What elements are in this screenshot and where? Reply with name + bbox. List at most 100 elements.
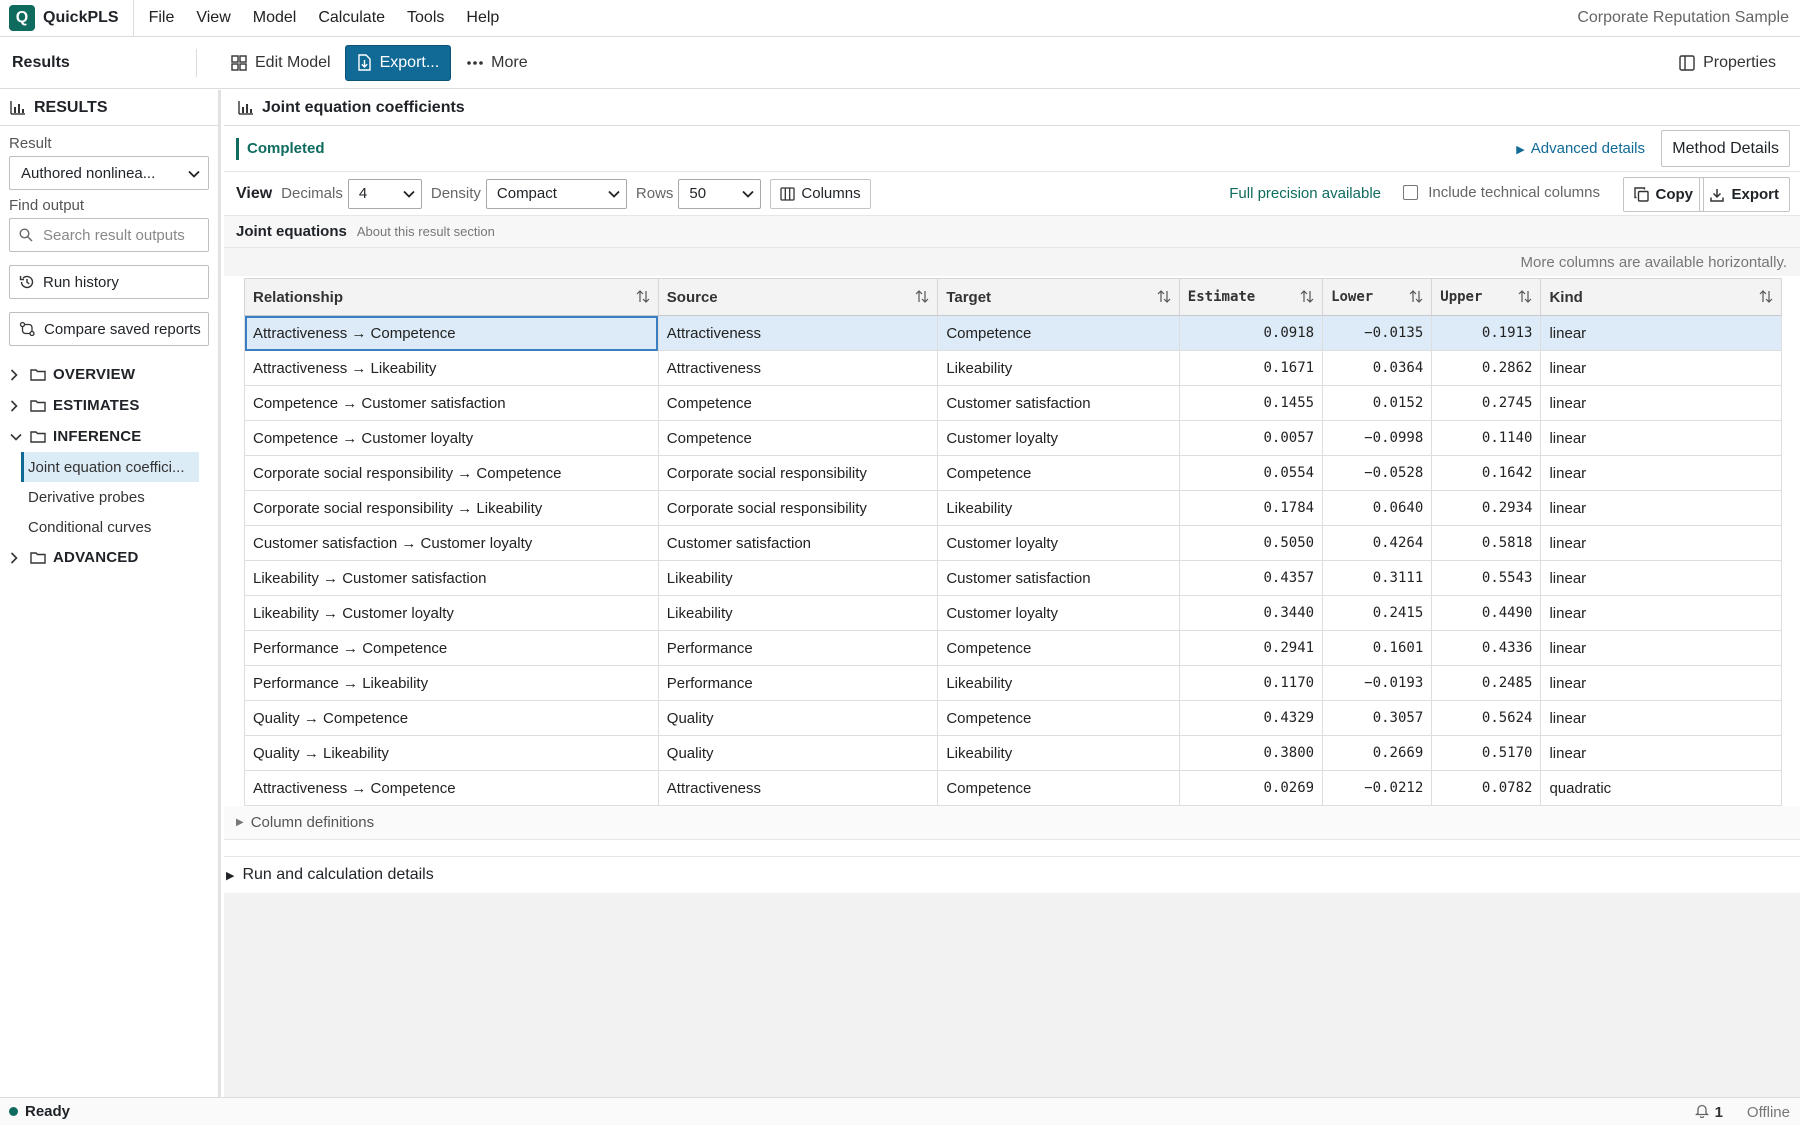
tree-folder-overview[interactable]: OVERVIEW: [0, 359, 218, 390]
table-cell[interactable]: linear: [1540, 420, 1782, 456]
include-technical-columns[interactable]: Include technical columns: [1403, 184, 1600, 201]
table-cell[interactable]: Likeability: [937, 735, 1180, 771]
table-cell[interactable]: linear: [1540, 525, 1782, 561]
table-cell[interactable]: Attractiveness: [657, 770, 939, 806]
table-cell[interactable]: −0.0135: [1322, 315, 1433, 351]
table-cell[interactable]: Competence: [937, 630, 1180, 666]
section-about-link[interactable]: About this result section: [357, 224, 495, 239]
table-cell[interactable]: 0.0152: [1322, 385, 1433, 421]
menu-file[interactable]: File: [138, 9, 186, 27]
table-cell[interactable]: Likeability: [937, 665, 1180, 701]
table-cell[interactable]: Competence: [937, 455, 1180, 491]
menu-help[interactable]: Help: [455, 9, 510, 27]
table-row[interactable]: Attractiveness → Competence Attractivenes…: [244, 770, 1782, 806]
full-precision-link[interactable]: Full precision available: [1229, 185, 1381, 202]
table-cell[interactable]: −0.0212: [1322, 770, 1433, 806]
table-cell[interactable]: 0.0782: [1431, 770, 1542, 806]
table-cell[interactable]: Competence: [657, 420, 939, 456]
table-cell[interactable]: 0.0918: [1178, 315, 1324, 351]
table-cell[interactable]: 0.0269: [1178, 770, 1324, 806]
export-button[interactable]: Export...: [344, 44, 452, 81]
column-header-upper[interactable]: Upper: [1431, 278, 1542, 316]
edit-model-button[interactable]: Edit Model: [219, 45, 343, 81]
properties-button[interactable]: Properties: [1667, 45, 1788, 81]
table-cell[interactable]: Performance: [657, 630, 939, 666]
sort-icon[interactable]: [1409, 290, 1423, 303]
table-row[interactable]: Quality → Likeability Quality Likeability 0…: [244, 735, 1782, 771]
table-cell[interactable]: 0.2669: [1322, 735, 1433, 771]
table-cell[interactable]: Corporate social responsibility: [657, 455, 939, 491]
menu-calculate[interactable]: Calculate: [307, 9, 396, 27]
table-row[interactable]: Customer satisfaction → Customer loyalty…: [244, 525, 1782, 561]
sort-icon[interactable]: [1518, 290, 1532, 303]
table-cell[interactable]: linear: [1540, 665, 1782, 701]
table-cell[interactable]: 0.3440: [1178, 595, 1324, 631]
table-cell[interactable]: Competence → Customer loyalty: [244, 420, 659, 456]
table-cell[interactable]: Attractiveness → Competence: [244, 770, 659, 806]
table-cell[interactable]: 0.5818: [1431, 525, 1542, 561]
compare-reports-button[interactable]: Compare saved reports: [9, 312, 209, 346]
table-cell[interactable]: 0.4336: [1431, 630, 1542, 666]
table-cell[interactable]: 0.5543: [1431, 560, 1542, 596]
table-cell[interactable]: 0.5624: [1431, 700, 1542, 736]
table-cell[interactable]: Customer satisfaction: [657, 525, 939, 561]
table-cell[interactable]: 0.2485: [1431, 665, 1542, 701]
table-cell[interactable]: 0.4357: [1178, 560, 1324, 596]
table-cell[interactable]: linear: [1540, 385, 1782, 421]
table-cell[interactable]: Quality → Competence: [244, 700, 659, 736]
table-cell[interactable]: linear: [1540, 490, 1782, 526]
sort-icon[interactable]: [1157, 290, 1171, 303]
table-cell[interactable]: Likeability → Customer loyalty: [244, 595, 659, 631]
advanced-details-toggle[interactable]: ▶ Advanced details: [1516, 140, 1645, 157]
table-cell[interactable]: 0.0640: [1322, 490, 1433, 526]
table-cell[interactable]: 0.0364: [1322, 350, 1433, 386]
tree-folder-advanced[interactable]: ADVANCED: [0, 542, 218, 573]
table-cell[interactable]: Quality: [657, 735, 939, 771]
table-export-button[interactable]: Export: [1699, 177, 1790, 212]
table-cell[interactable]: Competence: [937, 770, 1180, 806]
table-cell[interactable]: Likeability: [657, 560, 939, 596]
table-cell[interactable]: 0.3800: [1178, 735, 1324, 771]
table-cell[interactable]: −0.0193: [1322, 665, 1433, 701]
table-cell[interactable]: Attractiveness → Likeability: [244, 350, 659, 386]
table-cell[interactable]: 0.0554: [1178, 455, 1324, 491]
table-cell[interactable]: Performance: [657, 665, 939, 701]
table-cell[interactable]: Likeability: [937, 350, 1180, 386]
table-cell[interactable]: quadratic: [1540, 770, 1782, 806]
table-cell[interactable]: 0.3057: [1322, 700, 1433, 736]
result-select[interactable]: Authored nonlinea...: [9, 156, 209, 190]
table-cell[interactable]: Quality: [657, 700, 939, 736]
table-cell[interactable]: linear: [1540, 700, 1782, 736]
table-cell[interactable]: Customer satisfaction: [937, 560, 1180, 596]
decimals-select[interactable]: 4: [347, 178, 422, 209]
run-history-button[interactable]: Run history: [9, 265, 209, 299]
table-cell[interactable]: −0.0528: [1322, 455, 1433, 491]
table-row[interactable]: Corporate social responsibility → Likeab…: [244, 490, 1782, 526]
table-cell[interactable]: 0.1455: [1178, 385, 1324, 421]
table-row[interactable]: Performance → Likeability Performance Like…: [244, 665, 1782, 701]
table-cell[interactable]: 0.5170: [1431, 735, 1542, 771]
table-cell[interactable]: 0.1784: [1178, 490, 1324, 526]
table-cell[interactable]: Customer loyalty: [937, 525, 1180, 561]
table-cell[interactable]: Corporate social responsibility: [657, 490, 939, 526]
rows-select[interactable]: 50: [678, 178, 762, 209]
table-cell[interactable]: 0.3111: [1322, 560, 1433, 596]
table-cell[interactable]: Customer satisfaction → Customer loyalty: [244, 525, 659, 561]
table-row[interactable]: Likeability → Customer satisfaction Likea…: [244, 560, 1782, 596]
search-input[interactable]: Search result outputs: [9, 218, 209, 252]
menu-model[interactable]: Model: [242, 9, 308, 27]
table-cell[interactable]: Competence: [937, 700, 1180, 736]
table-cell[interactable]: Customer loyalty: [937, 595, 1180, 631]
table-cell[interactable]: Performance → Competence: [244, 630, 659, 666]
table-cell[interactable]: Corporate social responsibility → Compet…: [244, 455, 659, 491]
column-header-relationship[interactable]: Relationship: [244, 278, 659, 316]
table-cell[interactable]: Competence: [937, 315, 1180, 351]
table-cell[interactable]: linear: [1540, 735, 1782, 771]
table-row[interactable]: Corporate social responsibility → Compet…: [244, 455, 1782, 491]
table-cell[interactable]: 0.5050: [1178, 525, 1324, 561]
table-cell[interactable]: 0.2415: [1322, 595, 1433, 631]
tree-item-joint-equation-coefficients[interactable]: Joint equation coeffici...: [21, 452, 199, 482]
table-cell[interactable]: 0.1140: [1431, 420, 1542, 456]
sort-icon[interactable]: [915, 290, 929, 303]
tree-item-conditional-curves[interactable]: Conditional curves: [0, 512, 218, 542]
